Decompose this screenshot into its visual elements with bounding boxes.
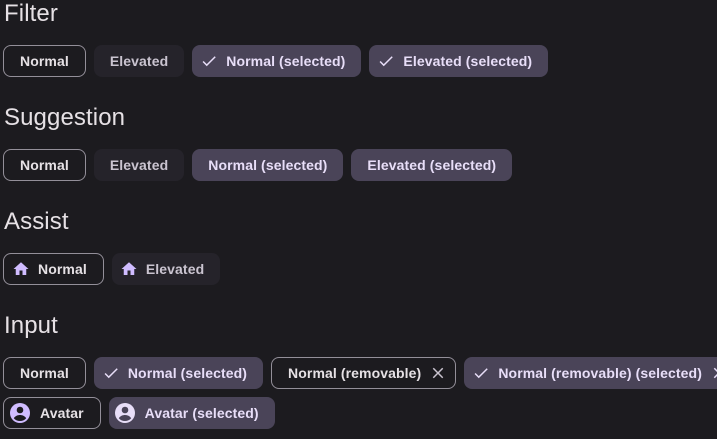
filter-section-title: Filter <box>4 0 58 27</box>
suggestion-chip-elevated[interactable]: Elevated <box>93 149 185 181</box>
chip-label: Elevated <box>109 157 169 173</box>
input-chip-row: Normal Normal (selected) Normal (removab… <box>3 357 717 389</box>
input-chip-removable[interactable]: Normal (removable) <box>271 357 457 389</box>
chip-label: Elevated (selected) <box>367 157 497 173</box>
filter-chip-row: Normal Elevated Normal (selected) Elevat… <box>3 45 549 77</box>
suggestion-chip-elevated-selected[interactable]: Elevated (selected) <box>351 149 513 181</box>
chip-label: Elevated (selected) <box>403 53 533 69</box>
input-chip-avatar[interactable]: Avatar <box>3 397 101 429</box>
input-chip-removable-selected[interactable]: Normal (removable) (selected) <box>464 357 717 389</box>
chip-label: Elevated <box>109 53 169 69</box>
chip-label: Elevated <box>145 261 205 277</box>
filter-chip-normal[interactable]: Normal <box>3 45 86 77</box>
close-icon[interactable] <box>429 364 447 382</box>
filter-chip-elevated-selected[interactable]: Elevated (selected) <box>369 45 549 77</box>
input-chip-normal[interactable]: Normal <box>3 357 86 389</box>
check-icon <box>102 364 120 382</box>
chip-label: Normal <box>38 261 87 277</box>
input-avatar-chip-row: Avatar Avatar (selected) <box>3 397 275 429</box>
home-icon <box>120 260 138 278</box>
suggestion-chip-normal-selected[interactable]: Normal (selected) <box>192 149 344 181</box>
chip-label: Avatar (selected) <box>144 405 259 421</box>
input-section-title: Input <box>4 312 58 339</box>
chip-label: Normal <box>20 365 69 381</box>
check-icon <box>472 364 490 382</box>
filter-chip-elevated[interactable]: Elevated <box>93 45 185 77</box>
assist-chip-normal[interactable]: Normal <box>3 253 104 285</box>
filter-chip-normal-selected[interactable]: Normal (selected) <box>192 45 362 77</box>
chips-demo-page: Filter Normal Elevated Normal (selected)… <box>0 0 717 439</box>
check-icon <box>200 52 218 70</box>
account-circle-icon <box>8 401 32 425</box>
close-icon[interactable] <box>710 364 717 382</box>
assist-chip-row: Normal Elevated <box>3 253 221 285</box>
assist-chip-elevated[interactable]: Elevated <box>111 253 221 285</box>
input-chip-normal-selected[interactable]: Normal (selected) <box>93 357 264 389</box>
account-circle-icon <box>113 401 137 425</box>
suggestion-section-title: Suggestion <box>4 104 126 131</box>
chip-label: Normal (selected) <box>226 53 346 69</box>
chip-label: Normal (removable) (selected) <box>498 365 702 381</box>
chip-label: Normal (selected) <box>208 157 328 173</box>
chip-label: Normal (selected) <box>127 365 248 381</box>
chip-label: Normal <box>20 157 69 173</box>
assist-section-title: Assist <box>4 208 69 235</box>
suggestion-chip-row: Normal Elevated Normal (selected) Elevat… <box>3 149 513 181</box>
chip-label: Normal (removable) <box>288 365 422 381</box>
chip-label: Normal <box>20 53 69 69</box>
input-chip-avatar-selected[interactable]: Avatar (selected) <box>108 397 275 429</box>
suggestion-chip-normal[interactable]: Normal <box>3 149 86 181</box>
check-icon <box>377 52 395 70</box>
home-icon <box>12 260 30 278</box>
chip-label: Avatar <box>40 405 84 421</box>
